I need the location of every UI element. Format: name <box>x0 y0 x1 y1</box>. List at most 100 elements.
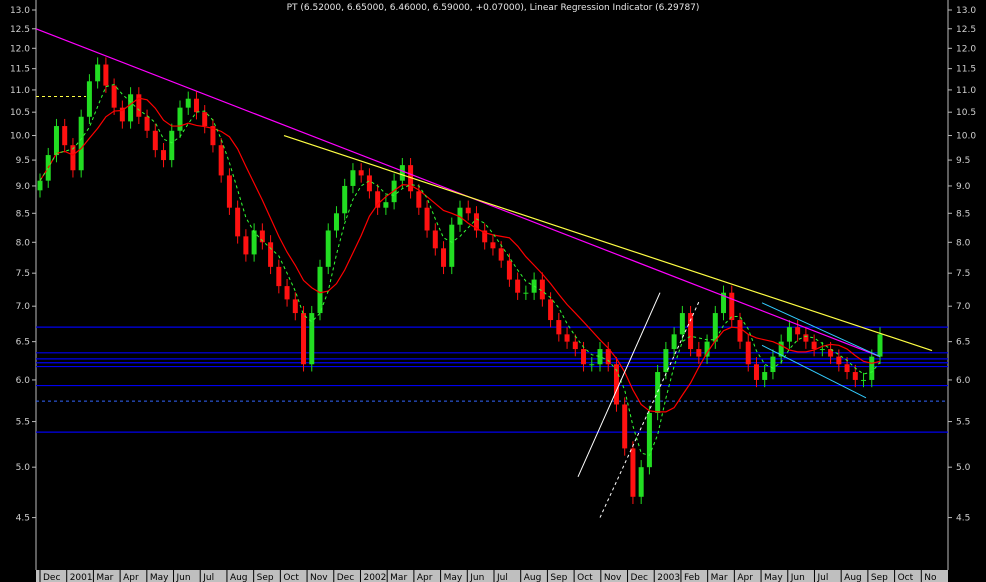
x-tick-label: Nov <box>604 573 622 582</box>
candle-body <box>301 313 307 365</box>
candle-body <box>737 320 743 342</box>
x-axis-bar <box>36 570 948 582</box>
y-tick-label-left: 9.5 <box>16 156 30 166</box>
y-tick-label-left: 7.0 <box>16 302 31 312</box>
y-tick-label-right: 11.5 <box>956 65 976 75</box>
candle-body <box>86 81 92 117</box>
candle-body <box>852 372 858 380</box>
y-tick-label-left: 5.5 <box>16 418 30 428</box>
x-tick-label: Dec <box>43 573 60 582</box>
candle-body <box>441 248 447 267</box>
candle-body <box>729 292 735 321</box>
y-tick-label-right: 8.5 <box>956 209 970 219</box>
candle-body <box>564 334 570 342</box>
y-tick-label-left: 7.5 <box>16 269 30 279</box>
candle-body <box>688 313 694 350</box>
candle-body <box>152 130 158 151</box>
y-tick-label-right: 11.0 <box>956 86 976 96</box>
candle-body <box>366 175 372 192</box>
y-tick-label-left: 8.5 <box>16 209 30 219</box>
x-axis-layer: Dec 2001 Mar Apr May Jun Jul Aug Sep Oct Nov Dec 200… <box>36 570 948 582</box>
candle-body <box>358 170 364 176</box>
candle-body <box>268 242 274 267</box>
price-chart: PT (6.52000, 6.65000, 6.46000, 6.59000, … <box>0 0 986 582</box>
y-tick-label-left: 6.0 <box>16 376 31 386</box>
candle-body <box>144 116 150 131</box>
x-tick-label: Sep <box>257 573 274 582</box>
candle-body <box>581 349 587 365</box>
candle-body <box>803 334 809 342</box>
candle-body <box>317 266 323 314</box>
y-tick-label-left: 12.5 <box>10 25 30 35</box>
candle-body <box>449 224 455 267</box>
x-tick-label: Aug <box>230 573 248 582</box>
x-tick-label: Feb <box>684 573 700 582</box>
x-tick-label: Mar <box>711 573 728 582</box>
candle-body <box>37 180 43 191</box>
candle-body <box>515 279 521 293</box>
candle-body <box>465 207 471 214</box>
x-tick-label: Sep <box>871 573 888 582</box>
x-tick-label: Mar <box>96 573 113 582</box>
candle-body <box>350 170 356 186</box>
y-tick-label-right: 12.5 <box>956 25 976 35</box>
candle-body <box>235 207 241 237</box>
candle-body <box>193 98 199 113</box>
candle-body <box>556 320 562 335</box>
y-tick-label-right: 13.0 <box>956 6 976 16</box>
y-tick-label-right: 6.0 <box>956 376 971 386</box>
candle-body <box>605 349 611 365</box>
candle-body <box>523 292 529 294</box>
y-tick-label-right: 4.5 <box>956 514 970 524</box>
y-tick-label-right: 9.0 <box>956 182 971 192</box>
candle-body <box>432 230 438 249</box>
candle-body <box>103 64 109 86</box>
candle-body <box>218 145 224 176</box>
candle-body <box>498 248 504 261</box>
candle-body <box>622 404 628 449</box>
candle-body <box>811 341 817 350</box>
candle-body <box>342 185 348 214</box>
candle-body <box>490 242 496 249</box>
y-tick-label-right: 9.5 <box>956 156 970 166</box>
y-tick-label-right: 6.5 <box>956 338 970 348</box>
candle-body <box>861 379 867 381</box>
y-tick-label-right: 7.5 <box>956 269 970 279</box>
y-tick-label-left: 6.5 <box>16 338 30 348</box>
candle-body <box>95 64 101 82</box>
candle-body <box>548 299 554 321</box>
x-tick-label: Jul <box>496 573 508 582</box>
y-tick-label-left: 11.0 <box>10 86 30 96</box>
x-tick-label: Apr <box>737 573 753 582</box>
x-tick-label: Oct <box>577 573 593 582</box>
candle-body <box>226 175 232 208</box>
candle-body <box>770 356 776 373</box>
candle-body <box>506 260 512 280</box>
x-tick-label: 2002 <box>363 573 386 582</box>
x-tick-label: Jul <box>816 573 828 582</box>
candle-body <box>399 165 405 181</box>
x-tick-label: 2001 <box>70 573 93 582</box>
candle-body <box>185 98 191 108</box>
x-tick-label: Jul <box>202 573 214 582</box>
candle-body <box>589 364 595 366</box>
y-tick-label-right: 12.0 <box>956 44 976 54</box>
candle-body <box>671 334 677 350</box>
candle-body <box>53 126 59 156</box>
y-tick-label-left: 10.5 <box>10 108 30 118</box>
candle-body <box>128 94 134 122</box>
candle-body <box>251 230 257 255</box>
candle-body <box>383 202 389 208</box>
x-tick-label: Oct <box>898 573 914 582</box>
candle-body <box>161 150 167 161</box>
y-tick-label-right: 10.0 <box>956 132 976 142</box>
y-tick-label-right: 5.0 <box>956 463 971 473</box>
candle-body <box>877 334 883 357</box>
candle-body <box>630 448 636 497</box>
x-tick-label: Aug <box>524 573 542 582</box>
y-tick-label-left: 9.0 <box>16 182 31 192</box>
x-tick-label: 2003 <box>657 573 680 582</box>
y-tick-label-left: 13.0 <box>10 6 30 16</box>
x-tick-label: Nov <box>310 573 328 582</box>
y-tick-label-right: 5.5 <box>956 418 970 428</box>
